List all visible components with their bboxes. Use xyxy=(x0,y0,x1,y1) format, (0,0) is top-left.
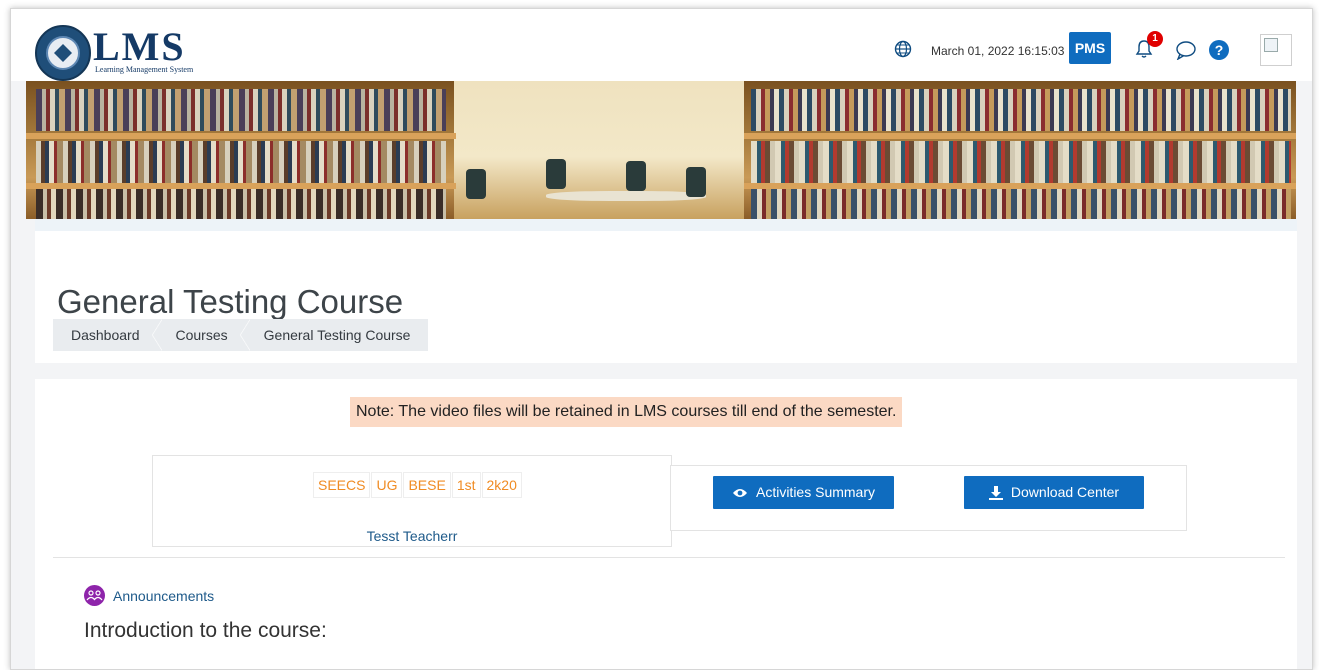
breadcrumb-courses[interactable]: Courses xyxy=(158,319,250,351)
logo-subtitle: Learning Management System xyxy=(95,65,194,74)
avatar[interactable] xyxy=(1260,34,1292,66)
breadcrumb-dashboard[interactable]: Dashboard xyxy=(53,319,161,351)
section-divider xyxy=(53,557,1285,558)
page-title: General Testing Course xyxy=(57,283,404,321)
logo-emblem-icon xyxy=(35,25,91,81)
chat-icon[interactable] xyxy=(1175,40,1197,60)
activities-summary-label: Activities Summary xyxy=(755,484,876,500)
current-datetime: March 01, 2022 16:15:03 xyxy=(931,44,1065,58)
announcements-icon xyxy=(84,585,105,606)
help-icon[interactable]: ? xyxy=(1209,40,1229,60)
course-info-box: SEECS UG BESE 1st 2k20 Tesst Teacherr xyxy=(152,455,672,547)
activities-summary-button[interactable]: Activities Summary xyxy=(713,476,894,509)
tag-batch: 2k20 xyxy=(481,472,522,498)
course-tags: SEECS UG BESE 1st 2k20 xyxy=(313,472,523,498)
download-center-label: Download Center xyxy=(1010,484,1120,500)
tag-school: SEECS xyxy=(313,472,371,498)
course-banner-image xyxy=(26,81,1296,219)
breadcrumb-current-course[interactable]: General Testing Course xyxy=(246,327,429,343)
download-icon xyxy=(988,486,1003,501)
top-navbar: LMS Learning Management System March 01,… xyxy=(11,9,1312,81)
logo-text: LMS xyxy=(93,24,186,69)
announcements-link[interactable]: Announcements xyxy=(113,588,214,604)
pms-button[interactable]: PMS xyxy=(1069,32,1111,64)
globe-icon[interactable] xyxy=(894,40,912,58)
breadcrumb: Dashboard Courses General Testing Course xyxy=(53,319,429,351)
teacher-link[interactable]: Tesst Teacherr xyxy=(153,528,671,544)
broken-image-icon xyxy=(1264,38,1278,52)
course-actions-box: Activities Summary Download Center xyxy=(670,465,1187,531)
intro-heading: Introduction to the course: xyxy=(84,619,327,642)
lms-logo[interactable]: LMS Learning Management System xyxy=(35,24,215,81)
eye-icon xyxy=(732,489,747,498)
tag-semester: 1st xyxy=(451,472,481,498)
retention-note: Note: The video files will be retained i… xyxy=(350,397,903,427)
tag-program: BESE xyxy=(403,472,451,498)
main-content: Note: The video files will be retained i… xyxy=(35,379,1297,669)
course-header: General Testing Course Dashboard Courses… xyxy=(35,219,1297,363)
tag-level: UG xyxy=(371,472,403,498)
download-center-button[interactable]: Download Center xyxy=(964,476,1144,509)
app-window: LMS Learning Management System March 01,… xyxy=(10,8,1313,670)
announcements-row[interactable]: Announcements xyxy=(84,585,214,606)
notification-badge: 1 xyxy=(1147,31,1163,47)
